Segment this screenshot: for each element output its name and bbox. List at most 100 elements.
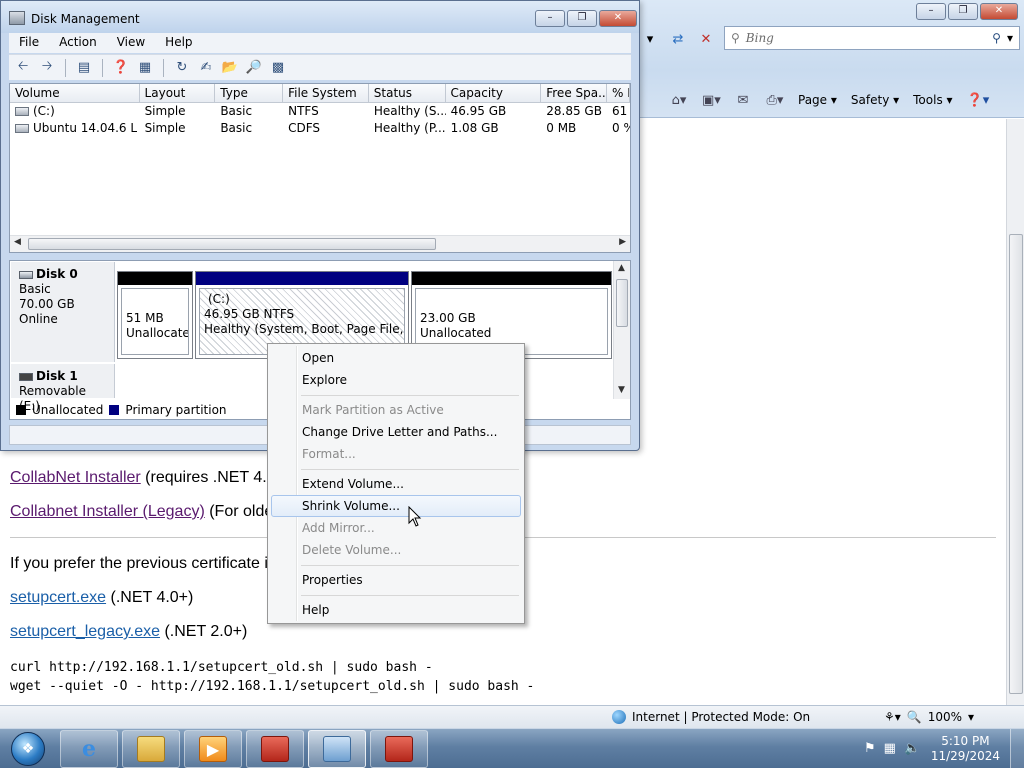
disk-0-partition-unallocated-small[interactable]: 51 MB Unallocated [117, 271, 193, 359]
percent-free-cell: 61 [612, 104, 628, 118]
setupcert-link[interactable]: setupcert.exe [10, 589, 106, 606]
dm-window-title: Disk Management [31, 12, 140, 26]
page-menu[interactable]: Page ▾ [798, 93, 837, 107]
menu-item-open[interactable]: Open [271, 347, 521, 369]
search-options-icon[interactable]: ▾ [1007, 31, 1013, 45]
disk-view-vertical-scrollbar[interactable]: ▲ ▼ [613, 261, 630, 399]
tools-menu[interactable]: Tools ▾ [913, 93, 952, 107]
disk-view-scroll-thumb[interactable] [616, 279, 628, 327]
menu-item-help[interactable]: Help [271, 599, 521, 621]
menu-help[interactable]: Help [155, 33, 202, 53]
dm-restore-button[interactable]: ❐ [567, 10, 597, 27]
help-book-icon[interactable]: ❓ [111, 58, 131, 78]
free-space-cell: 28.85 GB [546, 104, 602, 118]
taskbar-toolbox-app-2[interactable] [370, 730, 428, 768]
search-input[interactable]: Bing [746, 31, 986, 45]
menu-view[interactable]: View [107, 33, 155, 53]
folder-icon [137, 736, 165, 762]
scroll-right-icon[interactable]: ▶ [619, 237, 626, 247]
column-layout[interactable]: Layout [140, 84, 216, 102]
search-icon[interactable]: ⚲ [992, 31, 1001, 45]
scroll-up-icon[interactable]: ▲ [618, 263, 625, 273]
page-scroll-thumb[interactable] [1009, 234, 1023, 694]
column-percent-free[interactable]: % F [607, 84, 630, 102]
menu-item-shrink-volume[interactable]: Shrink Volume... [271, 495, 521, 517]
zoom-dropdown-icon[interactable]: ▾ [968, 710, 974, 724]
action-center-flag-icon[interactable]: ⚑ [864, 741, 876, 756]
column-file-system[interactable]: File System [283, 84, 369, 102]
dm-close-button[interactable]: ✕ [599, 10, 637, 27]
column-capacity[interactable]: Capacity [446, 84, 542, 102]
ie-close-button[interactable]: ✕ [980, 3, 1018, 20]
taskbar-internet-explorer[interactable]: e [60, 730, 118, 768]
taskbar-toolbox-app-1[interactable] [246, 730, 304, 768]
scroll-down-icon[interactable]: ▼ [618, 385, 625, 395]
disk-0-label[interactable]: Disk 0 Basic 70.00 GB Online [11, 262, 115, 362]
disk-1-label[interactable]: Disk 1 Removable (E:) [11, 364, 115, 413]
partition-status: Unallocated [126, 326, 188, 340]
menu-item-change-drive-letter[interactable]: Change Drive Letter and Paths... [271, 421, 521, 443]
volume-muted-icon[interactable]: 🔈 [904, 741, 920, 756]
setupcert-legacy-link[interactable]: setupcert_legacy.exe [10, 623, 160, 640]
safety-menu[interactable]: Safety ▾ [851, 93, 899, 107]
settings-grid-icon[interactable]: ▩ [268, 58, 288, 78]
refresh-icon[interactable]: ⇄ [668, 32, 688, 47]
properties-icon[interactable]: ✍ [196, 58, 216, 78]
table-row[interactable]: (C:) Simple Basic NTFS Healthy (S... 46.… [10, 103, 630, 120]
taskbar-media-player[interactable]: ▶ [184, 730, 242, 768]
table-row[interactable]: Ubuntu 14.04.6 L (... Simple Basic CDFS … [10, 120, 630, 137]
menu-item-extend-volume[interactable]: Extend Volume... [271, 473, 521, 495]
ie-restore-button[interactable]: ❐ [948, 3, 978, 20]
primary-partition-bar [196, 272, 408, 285]
column-status[interactable]: Status [369, 84, 446, 102]
system-clock[interactable]: 5:10 PM 11/29/2024 [931, 734, 1000, 764]
forward-arrow-icon[interactable]: 🡢 [37, 58, 57, 78]
toolbox-icon [385, 736, 413, 762]
zoom-control[interactable]: ⚘▾ 🔍 100% ▾ [884, 710, 974, 724]
protected-mode-icon[interactable]: ⚘▾ [884, 710, 901, 724]
disk-1-name: Disk 1 [36, 369, 78, 383]
collabnet-installer-link[interactable]: CollabNet Installer [10, 469, 141, 486]
print-icon[interactable]: ⎙▾ [766, 93, 784, 108]
status-cell: Healthy (P... [373, 121, 446, 135]
help-icon[interactable]: ❓▾ [967, 93, 990, 108]
show-hide-tree-icon[interactable]: ▤ [74, 58, 94, 78]
column-volume[interactable]: Volume [10, 84, 140, 102]
menu-item-properties[interactable]: Properties [271, 569, 521, 591]
volume-name: Ubuntu 14.04.6 L (... [33, 121, 140, 135]
ie-minimize-button[interactable]: – [916, 3, 946, 20]
mail-icon[interactable]: ✉ [734, 93, 752, 108]
search-box[interactable]: ⚲ Bing ⚲ ▾ [724, 26, 1020, 50]
back-arrow-icon[interactable]: 🡠 [13, 58, 33, 78]
collabnet-legacy-link[interactable]: Collabnet Installer (Legacy) [10, 503, 205, 520]
feeds-icon[interactable]: ▣▾ [702, 93, 721, 108]
security-zone[interactable]: Internet | Protected Mode: On [612, 710, 810, 724]
search-icon[interactable]: 🔎 [244, 58, 264, 78]
stop-icon[interactable]: ✕ [696, 32, 716, 47]
safety-menu-label: Safety [850, 93, 890, 107]
menu-action[interactable]: Action [49, 33, 107, 53]
menu-file[interactable]: File [9, 33, 49, 53]
taskbar-computer-management[interactable] [308, 730, 366, 768]
menu-item-explore[interactable]: Explore [271, 369, 521, 391]
toolbar-separator [163, 58, 164, 77]
open-folder-icon[interactable]: 📂 [220, 58, 240, 78]
column-type[interactable]: Type [215, 84, 284, 102]
volume-list-scroll-thumb[interactable] [28, 238, 436, 250]
address-dropdown-icon[interactable]: ▾ [640, 32, 660, 47]
taskbar-windows-explorer[interactable] [122, 730, 180, 768]
column-free-space[interactable]: Free Spa... [541, 84, 608, 102]
show-desktop-button[interactable] [1010, 729, 1024, 769]
dm-minimize-button[interactable]: – [535, 10, 565, 27]
network-icon[interactable]: ▦ [884, 741, 896, 756]
scroll-left-icon[interactable]: ◀ [14, 237, 21, 247]
dm-title-bar[interactable]: Disk Management – ❐ ✕ [1, 1, 639, 33]
home-icon[interactable]: ⌂▾ [670, 93, 688, 108]
start-button[interactable]: ❖ [2, 730, 54, 768]
windows-taskbar: ❖ e ▶ ⚑ ▦ 🔈 5:10 PM 11/29/2024 [0, 728, 1024, 769]
volume-list-horizontal-scrollbar[interactable]: ◀ ▶ [10, 235, 630, 252]
action-pane-icon[interactable]: ▦ [135, 58, 155, 78]
refresh-icon[interactable]: ↻ [172, 58, 192, 78]
toolbox-icon [261, 736, 289, 762]
page-vertical-scrollbar[interactable] [1006, 119, 1024, 705]
